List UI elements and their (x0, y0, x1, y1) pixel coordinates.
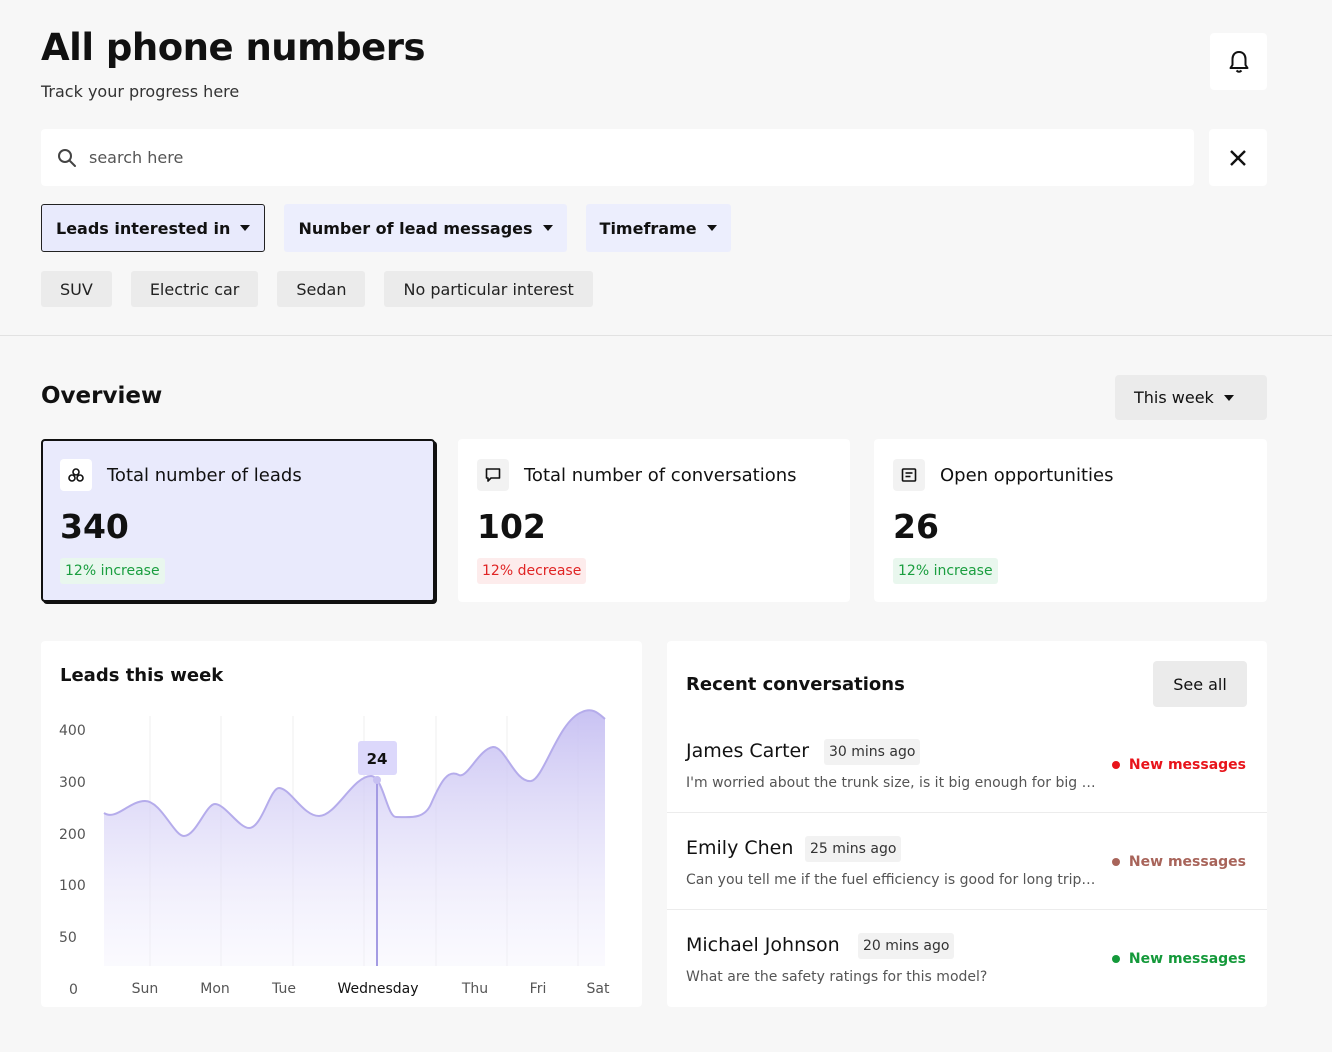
status-dot (1111, 858, 1120, 866)
section-divider (0, 335, 1332, 336)
x-tick-label: Tue (271, 981, 296, 997)
contact-name: James Carter (686, 740, 810, 762)
stat-change-badge: 12% decrease (477, 558, 587, 584)
stat-change-badge: 12% increase (893, 558, 998, 584)
message-time: 30 mins ago (824, 739, 921, 765)
overview-title: Overview (41, 383, 163, 409)
stat-card-total-leads[interactable]: Total number of leads 340 12% increase (41, 439, 435, 602)
filter-label: Timeframe (599, 218, 697, 238)
see-all-button[interactable]: See all (1153, 661, 1247, 707)
status-label: New messages (1128, 854, 1246, 870)
y-tick-label: 0 (69, 982, 78, 998)
recent-conversations-card: Recent conversations See all James Carte… (667, 641, 1267, 1007)
message-time: 20 mins ago (858, 933, 955, 959)
message-preview: I'm worried about the trunk size, is it … (686, 775, 1096, 791)
chip-suv[interactable]: SUV (41, 271, 112, 307)
filter-label: Number of lead messages (298, 218, 533, 238)
period-select[interactable]: This week (1115, 375, 1267, 420)
conversation-item[interactable]: James Carter 30 mins ago I'm worried abo… (667, 716, 1267, 813)
status-badge: New messages (1111, 757, 1246, 773)
leads-icon (60, 459, 92, 491)
search-input[interactable] (89, 148, 989, 167)
contact-name: Michael Johnson (686, 934, 840, 956)
stat-label: Total number of leads (107, 464, 302, 486)
filter-bar: Leads interested in Number of lead messa… (41, 204, 731, 252)
message-preview: What are the safety ratings for this mod… (686, 969, 988, 985)
stat-card-total-conversations[interactable]: Total number of conversations 102 12% de… (458, 439, 850, 602)
status-label: New messages (1128, 951, 1246, 967)
x-tick-label: Thu (461, 981, 488, 997)
chat-icon (477, 459, 509, 491)
stat-value: 26 (893, 507, 939, 546)
chart-area (104, 710, 605, 966)
y-tick-label: 300 (59, 775, 86, 791)
status-dot (1111, 761, 1120, 769)
status-dot (1111, 955, 1120, 963)
chevron-down-icon (240, 225, 251, 231)
status-badge: New messages (1111, 951, 1246, 967)
page-subtitle: Track your progress here (41, 82, 240, 101)
page-title: All phone numbers (41, 26, 426, 69)
stat-label: Total number of conversations (524, 464, 797, 486)
search-icon (58, 148, 76, 167)
y-tick-label: 400 (59, 723, 86, 739)
highlight-point[interactable] (373, 776, 381, 784)
y-tick-label: 100 (59, 878, 86, 894)
period-label: This week (1134, 388, 1214, 407)
search-bar (41, 129, 1194, 186)
chevron-down-icon (706, 225, 717, 231)
chip-no-particular-interest[interactable]: No particular interest (384, 271, 593, 307)
message-preview: Can you tell me if the fuel efficiency i… (686, 872, 1096, 888)
stat-value: 102 (477, 507, 546, 546)
leads-area-chart: 400 300 200 100 50 0 24 Sun Mon Tue Wednesday Thu… (59, 709, 610, 998)
opportunities-icon (893, 459, 925, 491)
filter-label: Leads interested in (56, 218, 231, 238)
conversation-item[interactable]: Emily Chen 25 mins ago Can you tell me i… (667, 813, 1267, 910)
clear-search-button[interactable] (1209, 129, 1267, 186)
contact-name: Emily Chen (686, 837, 794, 859)
status-badge: New messages (1111, 854, 1246, 870)
status-label: New messages (1128, 757, 1246, 773)
stat-value: 340 (60, 507, 129, 546)
filter-timeframe[interactable]: Timeframe (585, 204, 731, 252)
y-tick-label: 200 (59, 827, 86, 843)
conversations-title: Recent conversations (686, 674, 905, 695)
chip-electric-car[interactable]: Electric car (130, 271, 259, 307)
notifications-button[interactable] (1210, 33, 1267, 90)
chevron-down-icon (1223, 394, 1234, 401)
x-tick-label: Sat (587, 981, 610, 997)
x-tick-label: Fri (530, 981, 547, 997)
bell-icon (1229, 50, 1248, 73)
conversation-item[interactable]: Michael Johnson 20 mins ago What are the… (667, 910, 1267, 1007)
y-tick-label: 50 (59, 930, 77, 946)
x-tick-label: Mon (200, 981, 230, 997)
x-tick-label: Sun (132, 981, 159, 997)
stat-label: Open opportunities (940, 464, 1114, 486)
interest-chips: SUV Electric car Sedan No particular int… (41, 271, 593, 307)
x-tick-label: Wednesday (337, 981, 418, 997)
filter-leads-interested-in[interactable]: Leads interested in (41, 204, 266, 252)
message-time: 25 mins ago (805, 836, 902, 862)
filter-number-of-lead-messages[interactable]: Number of lead messages (284, 204, 567, 252)
close-icon (1230, 149, 1246, 166)
highlight-label: 24 (367, 750, 388, 768)
leads-chart-card: Leads this week 400 300 200 100 50 0 24 Sun Mo… (41, 641, 642, 1007)
stat-card-open-opportunities[interactable]: Open opportunities 26 12% increase (874, 439, 1267, 602)
chevron-down-icon (542, 225, 553, 231)
chip-sedan[interactable]: Sedan (277, 271, 366, 307)
stat-change-badge: 12% increase (60, 558, 165, 584)
